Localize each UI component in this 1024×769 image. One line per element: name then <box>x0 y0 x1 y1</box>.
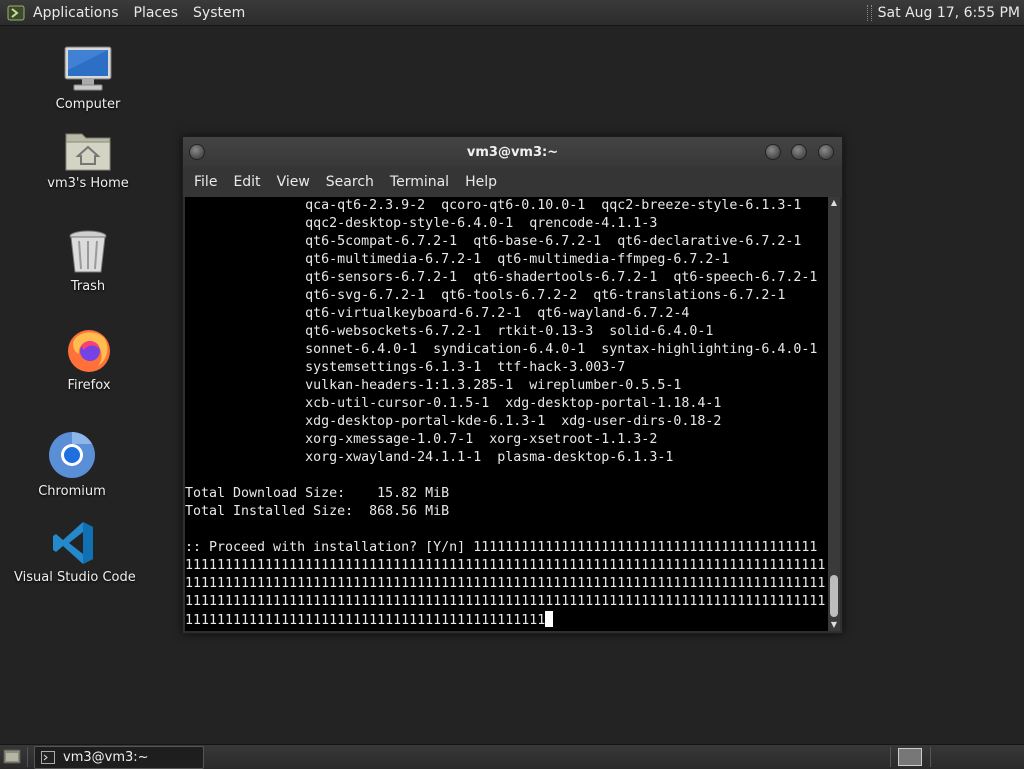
terminal-line: vulkan-headers-1:1.3.285-1 wireplumber-0… <box>185 378 682 393</box>
menu-edit[interactable]: Edit <box>233 174 260 190</box>
top-panel: Applications Places System Sat Aug 17, 6… <box>0 0 1024 26</box>
menu-help[interactable]: Help <box>465 174 497 190</box>
desktop-icon-chromium[interactable]: Chromium <box>12 430 132 499</box>
terminal-line: qt6-sensors-6.7.2-1 qt6-shadertools-6.7.… <box>185 270 818 285</box>
menu-terminal[interactable]: Terminal <box>390 174 449 190</box>
terminal-line: 1111111111111111111111111111111111111111… <box>185 576 826 591</box>
show-desktop-icon[interactable] <box>3 748 21 765</box>
menu-view[interactable]: View <box>277 174 310 190</box>
terminal-line: 1111111111111111111111111111111111111111… <box>185 558 826 573</box>
desktop-icon-trash[interactable]: Trash <box>28 229 148 294</box>
desktop-icon-label: Trash <box>70 279 106 294</box>
places-menu[interactable]: Places <box>134 5 179 21</box>
terminal-line: systemsettings-6.1.3-1 ttf-hack-3.003-7 <box>185 360 626 375</box>
computer-icon <box>64 46 112 91</box>
menu-file[interactable]: File <box>194 174 217 190</box>
trash-icon <box>69 230 107 273</box>
terminal-line: qt6-virtualkeyboard-6.7.2-1 qt6-wayland-… <box>185 306 690 321</box>
window-menu-button[interactable] <box>189 144 205 160</box>
terminal-line: qt6-svg-6.7.2-1 qt6-tools-6.7.2-2 qt6-tr… <box>185 288 786 303</box>
top-right-area: Sat Aug 17, 6:55 PM <box>866 0 1020 25</box>
minimize-button[interactable] <box>765 144 781 160</box>
terminal-line: xorg-xwayland-24.1.1-1 plasma-desktop-6.… <box>185 450 674 465</box>
desktop-icon-computer[interactable]: Computer <box>28 45 148 112</box>
applications-menu-icon[interactable] <box>7 4 25 22</box>
terminal-icon <box>41 751 55 764</box>
terminal-line: Total Download Size: 15.82 MiB <box>185 486 450 501</box>
terminal-line: xdg-desktop-portal-kde-6.1.3-1 xdg-user-… <box>185 414 722 429</box>
scroll-up-arrow-icon[interactable]: ▲ <box>828 197 840 209</box>
desktop-icon-label: Visual Studio Code <box>14 570 136 585</box>
scroll-down-arrow-icon[interactable]: ▼ <box>828 619 840 631</box>
scroll-thumb[interactable] <box>830 575 838 617</box>
terminal-line: xorg-xmessage-1.0.7-1 xorg-xsetroot-1.1.… <box>185 432 658 447</box>
panel-separator <box>890 747 891 767</box>
window-title: vm3@vm3:~ <box>466 144 559 160</box>
terminal-menubar: File Edit View Search Terminal Help <box>183 167 842 197</box>
workspace-switcher[interactable] <box>898 748 922 766</box>
desktop-icon-label: Chromium <box>38 484 106 499</box>
terminal-line: sonnet-6.4.0-1 syndication-6.4.0-1 synta… <box>185 342 818 357</box>
taskbar-label: vm3@vm3:~ <box>63 750 149 765</box>
panel-handle <box>866 4 872 21</box>
home-folder-icon <box>65 133 111 171</box>
terminal-line: :: Proceed with installation? [Y/n] 1111… <box>185 540 818 555</box>
terminal-output[interactable]: qca-qt6-2.3.9-2 qcoro-qt6-0.10.0-1 qqc2-… <box>185 197 828 631</box>
terminal-scrollbar[interactable]: ▲ ▼ <box>828 197 840 631</box>
terminal-line: 1111111111111111111111111111111111111111… <box>185 611 828 629</box>
desktop-icon-vscode[interactable]: Visual Studio Code <box>14 520 136 585</box>
menu-search[interactable]: Search <box>326 174 374 190</box>
terminal-line: xcb-util-cursor-0.1.5-1 xdg-desktop-port… <box>185 396 722 411</box>
clock[interactable]: Sat Aug 17, 6:55 PM <box>878 5 1020 21</box>
terminal-line: qt6-5compat-6.7.2-1 qt6-base-6.7.2-1 qt6… <box>185 234 802 249</box>
desktop-icon-label: vm3's Home <box>47 176 129 191</box>
terminal-line: Total Installed Size: 868.56 MiB <box>185 504 450 519</box>
desktop-icon-firefox[interactable]: Firefox <box>29 326 149 393</box>
desktop-icon-label: Firefox <box>67 378 111 393</box>
terminal-window[interactable]: vm3@vm3:~ File Edit View Search Terminal… <box>182 136 843 634</box>
window-titlebar[interactable]: vm3@vm3:~ <box>183 137 842 167</box>
applications-menu[interactable]: Applications <box>33 5 119 21</box>
terminal-line: 1111111111111111111111111111111111111111… <box>185 594 826 609</box>
system-menu[interactable]: System <box>193 5 245 21</box>
terminal-line: qca-qt6-2.3.9-2 qcoro-qt6-0.10.0-1 qqc2-… <box>185 198 802 213</box>
maximize-button[interactable] <box>791 144 807 160</box>
bottom-panel: vm3@vm3:~ <box>0 744 1024 769</box>
terminal-cursor <box>545 611 554 627</box>
terminal-line: qt6-websockets-6.7.2-1 rtkit-0.13-3 soli… <box>185 324 714 339</box>
close-button[interactable] <box>818 144 834 160</box>
panel-separator <box>27 747 28 767</box>
desktop-icon-label: Computer <box>55 97 121 112</box>
terminal-line: qt6-multimedia-6.7.2-1 qt6-multimedia-ff… <box>185 252 730 267</box>
vscode-icon <box>53 522 93 564</box>
taskbar-terminal-button[interactable]: vm3@vm3:~ <box>34 746 204 769</box>
chromium-icon <box>49 432 95 478</box>
terminal-line: qqc2-desktop-style-6.4.0-1 qrencode-4.1.… <box>185 216 658 231</box>
top-menu: Applications Places System <box>33 5 245 21</box>
desktop-icon-home[interactable]: vm3's Home <box>28 128 148 191</box>
panel-separator <box>930 747 931 767</box>
firefox-icon <box>68 330 110 372</box>
